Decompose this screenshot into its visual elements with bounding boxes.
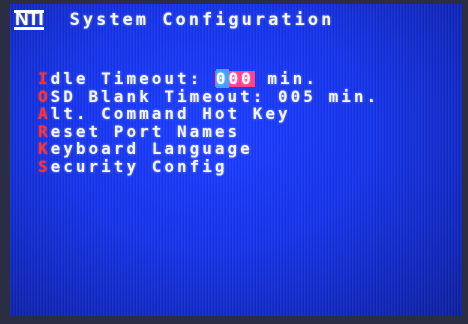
osd-menu-panel: NTI System Configuration Idle Timeout: 00… — [10, 4, 462, 316]
text-cursor: 0 — [215, 69, 229, 88]
menu-item-osd-blank-timeout[interactable]: OSD Blank Timeout: 005 min. — [38, 86, 380, 106]
menu-item-label: eset Port Names — [50, 121, 241, 141]
idle-timeout-value: 00 — [228, 69, 254, 88]
hotkey-letter: R — [38, 121, 51, 141]
osd-header: NTI System Configuration — [14, 10, 334, 30]
menu-item-label: eyboard Language — [50, 139, 253, 158]
menu-item-label: lt. Command Hot Key — [50, 104, 291, 123]
idle-timeout-input[interactable]: 000 — [214, 69, 255, 88]
menu-item-suffix: min. — [254, 69, 318, 88]
hotkey-letter: A — [38, 104, 51, 123]
hotkey-letter: K — [38, 139, 51, 158]
config-menu: Idle Timeout: 000 min. OSD Blank Timeout… — [38, 69, 380, 176]
menu-item-idle-timeout[interactable]: Idle Timeout: 000 min. — [38, 69, 379, 88]
hotkey-letter: I — [38, 69, 51, 88]
menu-item-alt-command-hot-key[interactable]: Alt. Command Hot Key — [38, 105, 379, 123]
menu-item-keyboard-language[interactable]: Keyboard Language — [38, 140, 379, 158]
nti-logo: NTI — [14, 9, 44, 30]
hotkey-letter: S — [38, 156, 51, 176]
page-title: System Configuration — [69, 10, 335, 30]
menu-item-security-config[interactable]: Security Config — [38, 156, 379, 176]
menu-item-label: ecurity Config — [50, 156, 228, 176]
osd-screen: NTI System Configuration Idle Timeout: 00… — [10, 4, 462, 316]
menu-item-label: dle Timeout: — [50, 69, 215, 88]
menu-item-reset-port-names[interactable]: Reset Port Names — [38, 121, 379, 141]
menu-item-label: SD Blank Timeout: 005 min. — [50, 86, 380, 106]
hotkey-letter: O — [38, 86, 51, 106]
